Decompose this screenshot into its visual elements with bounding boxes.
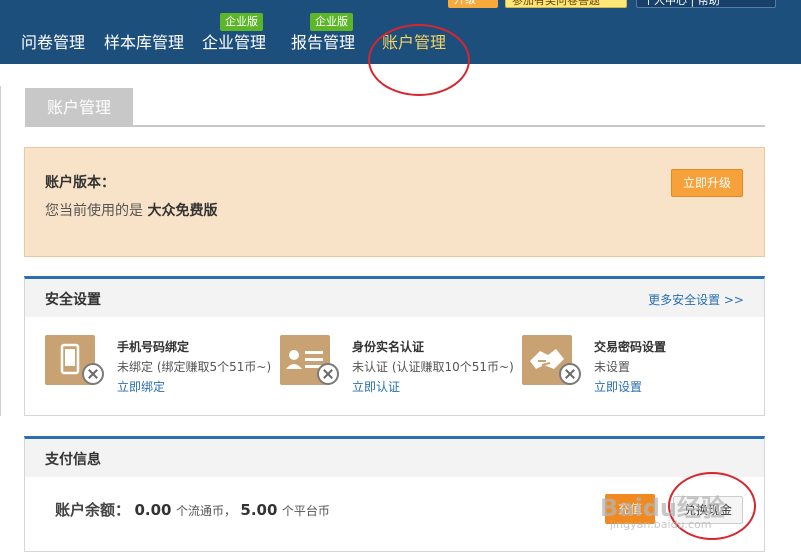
version-description: 您当前使用的是 大众免费版 — [45, 200, 217, 220]
platform-coin-unit: 个平台币 — [281, 504, 330, 518]
security-item-title: 交易密码设置 — [594, 340, 667, 354]
nav-item-account-management[interactable]: 账户管理 — [382, 33, 446, 53]
bind-phone-link[interactable]: 立即绑定 — [117, 378, 165, 395]
enterprise-badge: 企业版 — [220, 13, 263, 31]
nav-item-sample-library[interactable]: 样本库管理 — [104, 33, 184, 53]
version-title: 账户版本： — [45, 175, 115, 191]
security-settings-panel: 安全设置 更多安全设置 >> 手机号码绑定 未绑定 (绑定赚取5个51币~) 立… — [24, 276, 765, 416]
payment-panel-title: 支付信息 — [45, 452, 101, 468]
circulation-coin-amount: 0.00 — [134, 501, 172, 519]
tab-underline — [25, 125, 765, 127]
platform-coin-amount: 5.00 — [240, 501, 278, 519]
exchange-cash-button[interactable]: 兑换现金 — [673, 496, 743, 524]
upgrade-now-button[interactable]: 立即升级 — [671, 169, 743, 197]
top-upgrade-button[interactable]: 升级 — [448, 0, 498, 8]
security-item-status: 未绑定 (绑定赚取5个51币~) — [117, 360, 272, 374]
verify-identity-link[interactable]: 立即认证 — [352, 378, 400, 395]
nav-item-enterprise-management[interactable]: 企业管理 — [202, 33, 266, 53]
account-version-panel: 账户版本： 您当前使用的是 大众免费版 立即升级 — [24, 147, 765, 257]
account-balance: 账户余额： 0.00 个流通币， 5.00 个平台币 — [55, 499, 330, 520]
recharge-button[interactable]: 充值 — [605, 494, 655, 524]
set-trade-password-link[interactable]: 立即设置 — [594, 378, 642, 395]
nav-item-survey-management[interactable]: 问卷管理 — [21, 33, 85, 53]
security-item-title: 身份实名认证 — [352, 340, 425, 354]
left-divider — [0, 86, 1, 416]
not-set-icon — [559, 363, 581, 385]
security-item-status: 未认证 (认证赚取10个51币~) — [352, 360, 514, 374]
top-survey-button[interactable]: 参加有奖问卷答题 — [505, 0, 627, 8]
security-panel-title: 安全设置 — [45, 292, 101, 308]
circulation-coin-unit: 个流通币， — [175, 504, 236, 518]
version-desc-prefix: 您当前使用的是 — [45, 203, 143, 219]
version-value: 大众免费版 — [147, 203, 218, 219]
security-item-title: 手机号码绑定 — [117, 340, 190, 354]
top-nav-bar: 升级 参加有奖问卷答题 个人中心 | 帮助 问卷管理 样本库管理 企业版 企业管… — [0, 0, 801, 64]
payment-info-panel: 支付信息 账户余额： 0.00 个流通币， 5.00 个平台币 充值 兑换现金 — [24, 436, 765, 552]
balance-label: 账户余额： — [55, 501, 131, 519]
payment-panel-header: 支付信息 — [25, 439, 764, 477]
security-panel-header: 安全设置 更多安全设置 >> — [25, 279, 764, 317]
nav-item-report-management[interactable]: 报告管理 — [291, 33, 355, 53]
not-set-icon — [82, 363, 104, 385]
tab-account-management[interactable]: 账户管理 — [25, 88, 133, 126]
more-security-link[interactable]: 更多安全设置 >> — [648, 291, 744, 308]
enterprise-badge: 企业版 — [310, 13, 353, 31]
not-set-icon — [317, 363, 339, 385]
security-item-status: 未设置 — [594, 360, 631, 374]
top-user-menu[interactable]: 个人中心 | 帮助 — [636, 0, 776, 8]
